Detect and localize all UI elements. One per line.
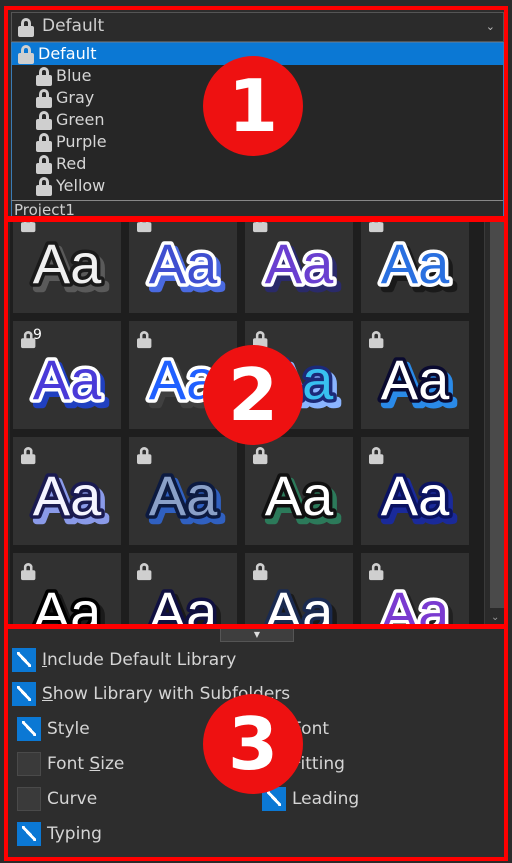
lock-icon: [36, 133, 52, 153]
font-size-checkbox[interactable]: [17, 752, 41, 776]
project-label: Project1: [11, 200, 504, 220]
library-option-red[interactable]: Red: [12, 153, 503, 175]
style-preview: AaAa: [145, 229, 226, 305]
lock-icon: [369, 563, 384, 581]
style-preview: AaAa: [29, 229, 110, 305]
style-preview-text: Aa: [33, 348, 102, 411]
font-size-label: Font Size: [47, 752, 124, 776]
mnemonic-letter: S: [42, 684, 53, 704]
typing-label: Typing: [47, 824, 102, 844]
style-preset-cell[interactable]: AaAa: [129, 553, 237, 625]
lock-icon: [137, 447, 152, 465]
grid-scrollbar[interactable]: ⌄: [484, 220, 508, 625]
curve-label: Curve: [47, 789, 98, 809]
style-preview-text: Aa: [381, 580, 450, 625]
chevron-down-icon[interactable]: ⌄: [486, 20, 495, 33]
mnemonic-letter: S: [89, 754, 101, 774]
style-preset-cell[interactable]: AaAa: [361, 437, 469, 545]
lock-icon: [369, 331, 384, 349]
style-preview-text: Aa: [33, 464, 102, 527]
marker-badge-3: 3: [203, 694, 303, 794]
typing-checkbox[interactable]: [17, 822, 41, 846]
style-preset-cell[interactable]: AaAa: [245, 220, 353, 313]
style-preset-cell[interactable]: AaAa: [13, 220, 121, 313]
lock-icon: [36, 89, 52, 109]
lock-icon: [21, 447, 36, 465]
style-preset-cell[interactable]: AaAa: [245, 553, 353, 625]
style-preview: AaAa: [261, 229, 342, 305]
lock-icon: [137, 220, 152, 233]
style-preview-text: Aa: [33, 580, 102, 625]
style-preset-cell[interactable]: AaAa: [361, 321, 469, 429]
include-default-library-text: nclude Default Library: [47, 650, 237, 670]
style-preset-cell[interactable]: AaAa: [13, 437, 121, 545]
font-size-text-prefix: Font: [47, 754, 90, 774]
library-option-label: Yellow: [56, 176, 106, 195]
include-default-library-checkbox[interactable]: [12, 648, 36, 672]
lock-icon: [36, 111, 52, 131]
scroll-down-arrow-icon[interactable]: ⌄: [491, 612, 499, 623]
style-preset-cell[interactable]: Aa Aa 9: [13, 321, 121, 429]
style-preview-text: Aa: [381, 464, 450, 527]
style-preview-text: Aa: [381, 232, 450, 295]
style-checkbox[interactable]: [17, 717, 41, 741]
style-preview-text: Aa: [265, 580, 334, 625]
style-preset-cell[interactable]: AaAa: [13, 553, 121, 625]
library-option-label: Green: [56, 110, 105, 129]
panel-splitter-handle[interactable]: ▼: [220, 628, 294, 642]
library-option-yellow[interactable]: Yellow: [12, 175, 503, 197]
marker-badge-2: 2: [203, 345, 303, 445]
style-preview-text: Aa: [33, 232, 102, 295]
library-option-label: Blue: [56, 66, 92, 85]
lock-icon: [137, 331, 152, 349]
library-combobox-value: Default: [42, 16, 105, 36]
library-option-label: Gray: [56, 88, 95, 107]
cell-number-label: 9: [33, 327, 42, 343]
lock-icon: [18, 45, 34, 65]
style-preset-cell[interactable]: AaAa: [361, 220, 469, 313]
style-preset-cell[interactable]: AaAa: [129, 220, 237, 313]
lock-icon: [36, 155, 52, 175]
font-size-text-suffix: ize: [100, 754, 125, 774]
style-preview-text: Aa: [149, 580, 218, 625]
style-preview: AaAa: [377, 229, 458, 305]
lock-icon: [36, 67, 52, 87]
lock-icon: [253, 220, 268, 233]
lock-icon: [36, 177, 52, 197]
lock-icon: [369, 447, 384, 465]
style-preview-text: Aa: [265, 232, 334, 295]
library-option-label: Default: [38, 44, 97, 63]
show-library-subfolders-checkbox[interactable]: [12, 682, 36, 706]
lock-icon: [21, 563, 36, 581]
style-preset-cell[interactable]: AaAa: [361, 553, 469, 625]
style-preset-cell[interactable]: AaAa: [245, 437, 353, 545]
style-preview-text: Aa: [149, 464, 218, 527]
library-option-label: Purple: [56, 132, 107, 151]
curve-checkbox[interactable]: [17, 787, 41, 811]
include-default-library-label: Include Default Library: [42, 648, 236, 672]
grid-left-edge: [4, 220, 10, 625]
marker-badge-1: 1: [203, 56, 303, 156]
style-preview-text: Aa: [265, 464, 334, 527]
library-option-label: Red: [56, 154, 87, 173]
style-preset-cell[interactable]: AaAa: [129, 437, 237, 545]
lock-icon: [137, 563, 152, 581]
library-combobox[interactable]: Default ⌄: [11, 12, 504, 42]
style-label: Style: [47, 719, 90, 739]
lock-icon: [253, 447, 268, 465]
lock-icon: [369, 220, 384, 233]
lock-icon: [21, 220, 36, 233]
lock-icon: [253, 563, 268, 581]
style-preview-text: Aa: [381, 348, 450, 411]
leading-label: Leading: [292, 789, 360, 809]
style-preview-text: Aa: [149, 232, 218, 295]
lock-icon: [18, 18, 34, 38]
scrollbar-thumb[interactable]: [490, 220, 504, 608]
